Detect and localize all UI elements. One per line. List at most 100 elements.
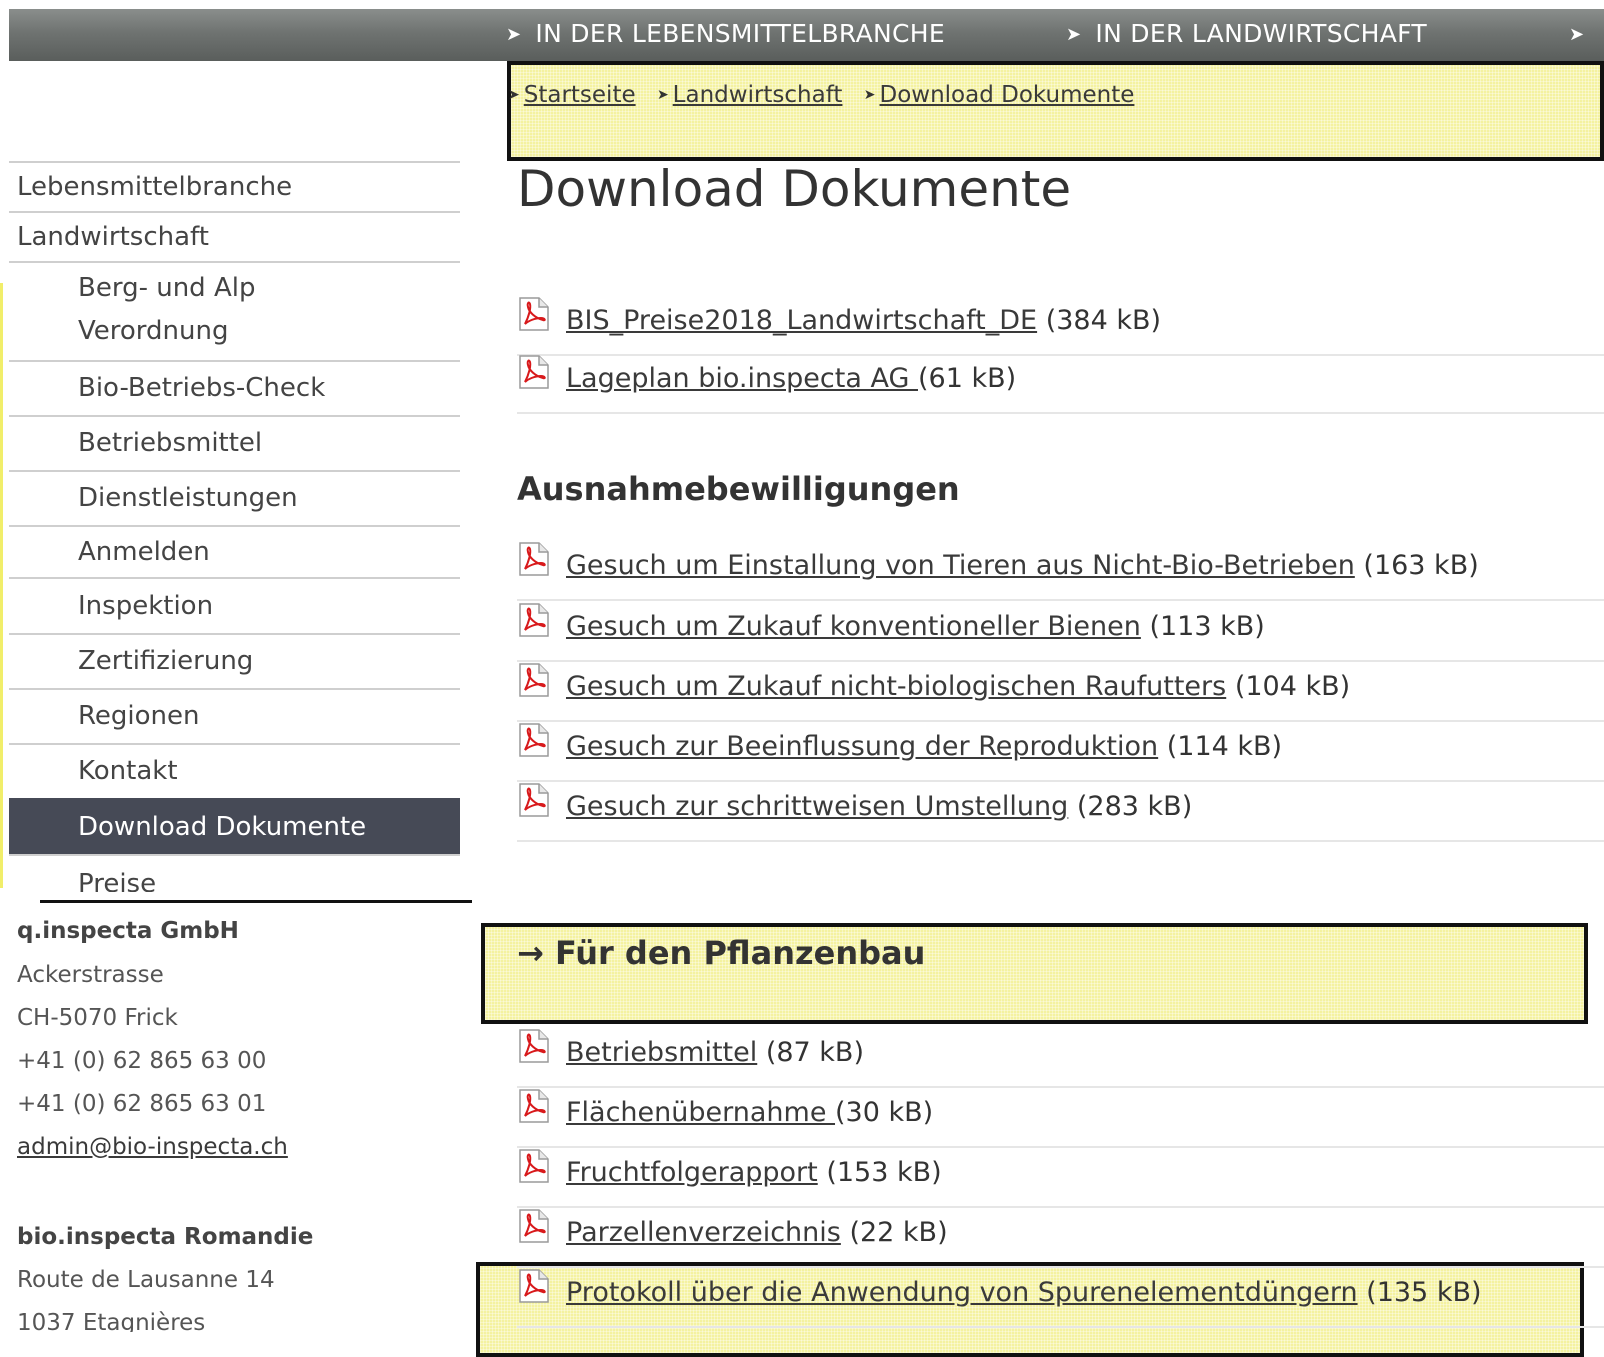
document-download-link[interactable]: BIS_Preise2018_Landwirtschaft_DE xyxy=(566,305,1037,336)
file-size: (135 kB) xyxy=(1366,1277,1482,1308)
file-size: (384 kB) xyxy=(1045,305,1162,336)
section-heading-ausnahmebewilligungen: Ausnahmebewilligungen xyxy=(517,470,960,508)
sidebar-item-zertifizierung[interactable]: Zertifizierung xyxy=(9,633,460,688)
document-row: Betriebsmittel (87 kB) xyxy=(517,1028,1604,1088)
contact-company-name: bio.inspecta Romandie xyxy=(17,1224,314,1250)
top-nav-item-more[interactable]: ➤ xyxy=(1569,9,1598,61)
sidebar-item-preise[interactable]: Preise xyxy=(9,854,460,892)
sidebar-item-lebensmittelbranche[interactable]: Lebensmittelbranche xyxy=(9,161,460,211)
pdf-icon xyxy=(517,782,551,818)
top-nav-bar: ➤ IN DER LEBENSMITTELBRANCHE ➤ IN DER LAND… xyxy=(9,9,1604,61)
document-row: Gesuch um Zukauf nicht-biologischen Rauf… xyxy=(517,662,1604,722)
sidebar-item-kontakt[interactable]: Kontakt xyxy=(9,743,460,798)
document-download-link[interactable]: Gesuch zur schrittweisen Umstellung xyxy=(566,791,1068,822)
top-nav-label: IN DER LANDWIRTSCHAFT xyxy=(1095,19,1427,48)
sidebar-item-label: Berg- und Alp xyxy=(78,273,256,303)
document-download-link[interactable]: Gesuch um Zukauf konventioneller Bienen xyxy=(566,611,1141,642)
pdf-icon xyxy=(517,1268,551,1304)
document-row: Protokoll über die Anwendung von Spurene… xyxy=(517,1268,1604,1328)
document-download-link[interactable]: Fruchtfolgerapport xyxy=(566,1157,818,1188)
sidebar-item-regionen[interactable]: Regionen xyxy=(9,688,460,743)
document-download-link[interactable]: Gesuch um Zukauf nicht-biologischen Rauf… xyxy=(566,671,1226,702)
file-size: (87 kB) xyxy=(765,1037,864,1068)
contact-city: CH-5070 Frick xyxy=(17,1005,178,1031)
document-row: Parzellenverzeichnis (22 kB) xyxy=(517,1208,1604,1268)
document-download-link[interactable]: Flächenübernahme xyxy=(566,1097,835,1128)
page-title: Download Dokumente xyxy=(517,160,1072,218)
breadcrumb: ➤ Startseite ➤ Landwirtschaft ➤ Download Do… xyxy=(508,82,1148,108)
pdf-icon xyxy=(517,354,551,390)
pdf-icon xyxy=(517,1088,551,1124)
file-size: (114 kB) xyxy=(1166,731,1283,762)
contact-company-name: q.inspecta GmbH xyxy=(17,918,239,944)
sidebar-item-inspektion[interactable]: Inspektion xyxy=(9,577,460,633)
sidebar-item-dienstleistungen[interactable]: Dienstleistungen xyxy=(9,470,460,525)
chevron-right-icon: ➤ xyxy=(508,87,520,103)
file-size: (113 kB) xyxy=(1149,611,1265,642)
sidebar-item-label: Verordnung xyxy=(78,316,229,346)
document-row: Flächenübernahme (30 kB) xyxy=(517,1088,1604,1148)
document-entry: Gesuch zur schrittweisen Umstellung (283… xyxy=(566,791,1192,822)
chevron-right-icon: ➤ xyxy=(506,24,522,45)
chevron-right-icon: ➤ xyxy=(1066,24,1082,45)
file-size: (30 kB) xyxy=(835,1097,934,1128)
breadcrumb-link-landwirtschaft[interactable]: Landwirtschaft xyxy=(673,82,843,108)
top-nav-item-landwirtschaft[interactable]: ➤ IN DER LANDWIRTSCHAFT xyxy=(1066,9,1427,61)
pdf-icon xyxy=(517,602,551,638)
file-size: (283 kB) xyxy=(1076,791,1193,822)
sidebar-item-bio-betriebs-check[interactable]: Bio-Betriebs-Check xyxy=(9,360,460,415)
chevron-right-icon: ➤ xyxy=(1569,24,1585,45)
document-entry: Parzellenverzeichnis (22 kB) xyxy=(566,1217,948,1248)
document-row: Fruchtfolgerapport (153 kB) xyxy=(517,1148,1604,1208)
pdf-icon xyxy=(517,1028,551,1064)
pdf-icon xyxy=(517,662,551,698)
document-download-link[interactable]: Gesuch zur Beeinflussung der Reproduktio… xyxy=(566,731,1158,762)
sidebar-item-download-dokumente[interactable]: Download Dokumente xyxy=(9,798,460,854)
document-entry: Lageplan bio.inspecta AG (61 kB) xyxy=(566,363,1016,394)
document-download-link[interactable]: Protokoll über die Anwendung von Spurene… xyxy=(566,1277,1358,1308)
breadcrumb-link-download-dokumente[interactable]: Download Dokumente xyxy=(880,82,1135,108)
sidebar-item-landwirtschaft[interactable]: Landwirtschaft xyxy=(9,211,460,261)
pdf-icon xyxy=(517,722,551,758)
document-download-link[interactable]: Lageplan bio.inspecta AG xyxy=(566,363,918,394)
contact-email-link[interactable]: admin@bio-inspecta.ch xyxy=(17,1134,288,1160)
divider xyxy=(40,900,472,903)
section-heading-pflanzenbau: → Für den Pflanzenbau xyxy=(517,934,926,972)
sidebar-item-berg-und-alp-verordnung[interactable]: Berg- und Alp Verordnung xyxy=(9,261,460,360)
document-entry: Gesuch zur Beeinflussung der Reproduktio… xyxy=(566,731,1282,762)
sidebar-nav: Lebensmittelbranche Landwirtschaft Berg-… xyxy=(9,161,460,892)
file-size: (104 kB) xyxy=(1234,671,1351,702)
sidebar-item-betriebsmittel[interactable]: Betriebsmittel xyxy=(9,415,460,470)
focus-indicator-line xyxy=(0,283,3,888)
document-entry: Betriebsmittel (87 kB) xyxy=(566,1037,864,1068)
document-row: Gesuch um Einstallung von Tieren aus Nic… xyxy=(517,541,1604,601)
document-download-link[interactable]: Gesuch um Einstallung von Tieren aus Nic… xyxy=(566,550,1355,581)
chevron-right-icon: ➤ xyxy=(863,87,876,103)
sidebar-item-anmelden[interactable]: Anmelden xyxy=(9,525,460,577)
file-size: (163 kB) xyxy=(1363,550,1479,581)
file-size: (61 kB) xyxy=(917,363,1017,394)
document-entry: Fruchtfolgerapport (153 kB) xyxy=(566,1157,942,1188)
top-nav-item-lebensmittelbranche[interactable]: ➤ IN DER LEBENSMITTELBRANCHE xyxy=(506,9,945,61)
pdf-icon xyxy=(517,1148,551,1184)
document-row: Gesuch zur Beeinflussung der Reproduktio… xyxy=(517,722,1604,782)
document-row: Gesuch um Zukauf konventioneller Bienen … xyxy=(517,602,1604,662)
document-entry: Flächenübernahme (30 kB) xyxy=(566,1097,933,1128)
file-size: (22 kB) xyxy=(849,1217,948,1248)
contact-phone: +41 (0) 62 865 63 00 xyxy=(17,1048,267,1074)
breadcrumb-highlight xyxy=(507,61,1604,161)
document-download-link[interactable]: Betriebsmittel xyxy=(566,1037,757,1068)
chevron-right-icon: ➤ xyxy=(656,87,669,103)
document-entry: BIS_Preise2018_Landwirtschaft_DE (384 kB… xyxy=(566,305,1161,336)
top-nav-label: IN DER LEBENSMITTELBRANCHE xyxy=(535,19,945,48)
document-entry: Gesuch um Zukauf nicht-biologischen Rauf… xyxy=(566,671,1350,702)
document-row: BIS_Preise2018_Landwirtschaft_DE (384 kB… xyxy=(517,296,1604,356)
contact-city: 1037 Etagnières xyxy=(17,1310,206,1332)
contact-fax: +41 (0) 62 865 63 01 xyxy=(17,1091,267,1117)
document-row: Gesuch zur schrittweisen Umstellung (283… xyxy=(517,782,1604,842)
contact-street: Route de Lausanne 14 xyxy=(17,1267,275,1293)
breadcrumb-link-startseite[interactable]: Startseite xyxy=(524,82,636,108)
pdf-icon xyxy=(517,541,551,577)
pdf-icon xyxy=(517,1208,551,1244)
document-download-link[interactable]: Parzellenverzeichnis xyxy=(566,1217,841,1248)
